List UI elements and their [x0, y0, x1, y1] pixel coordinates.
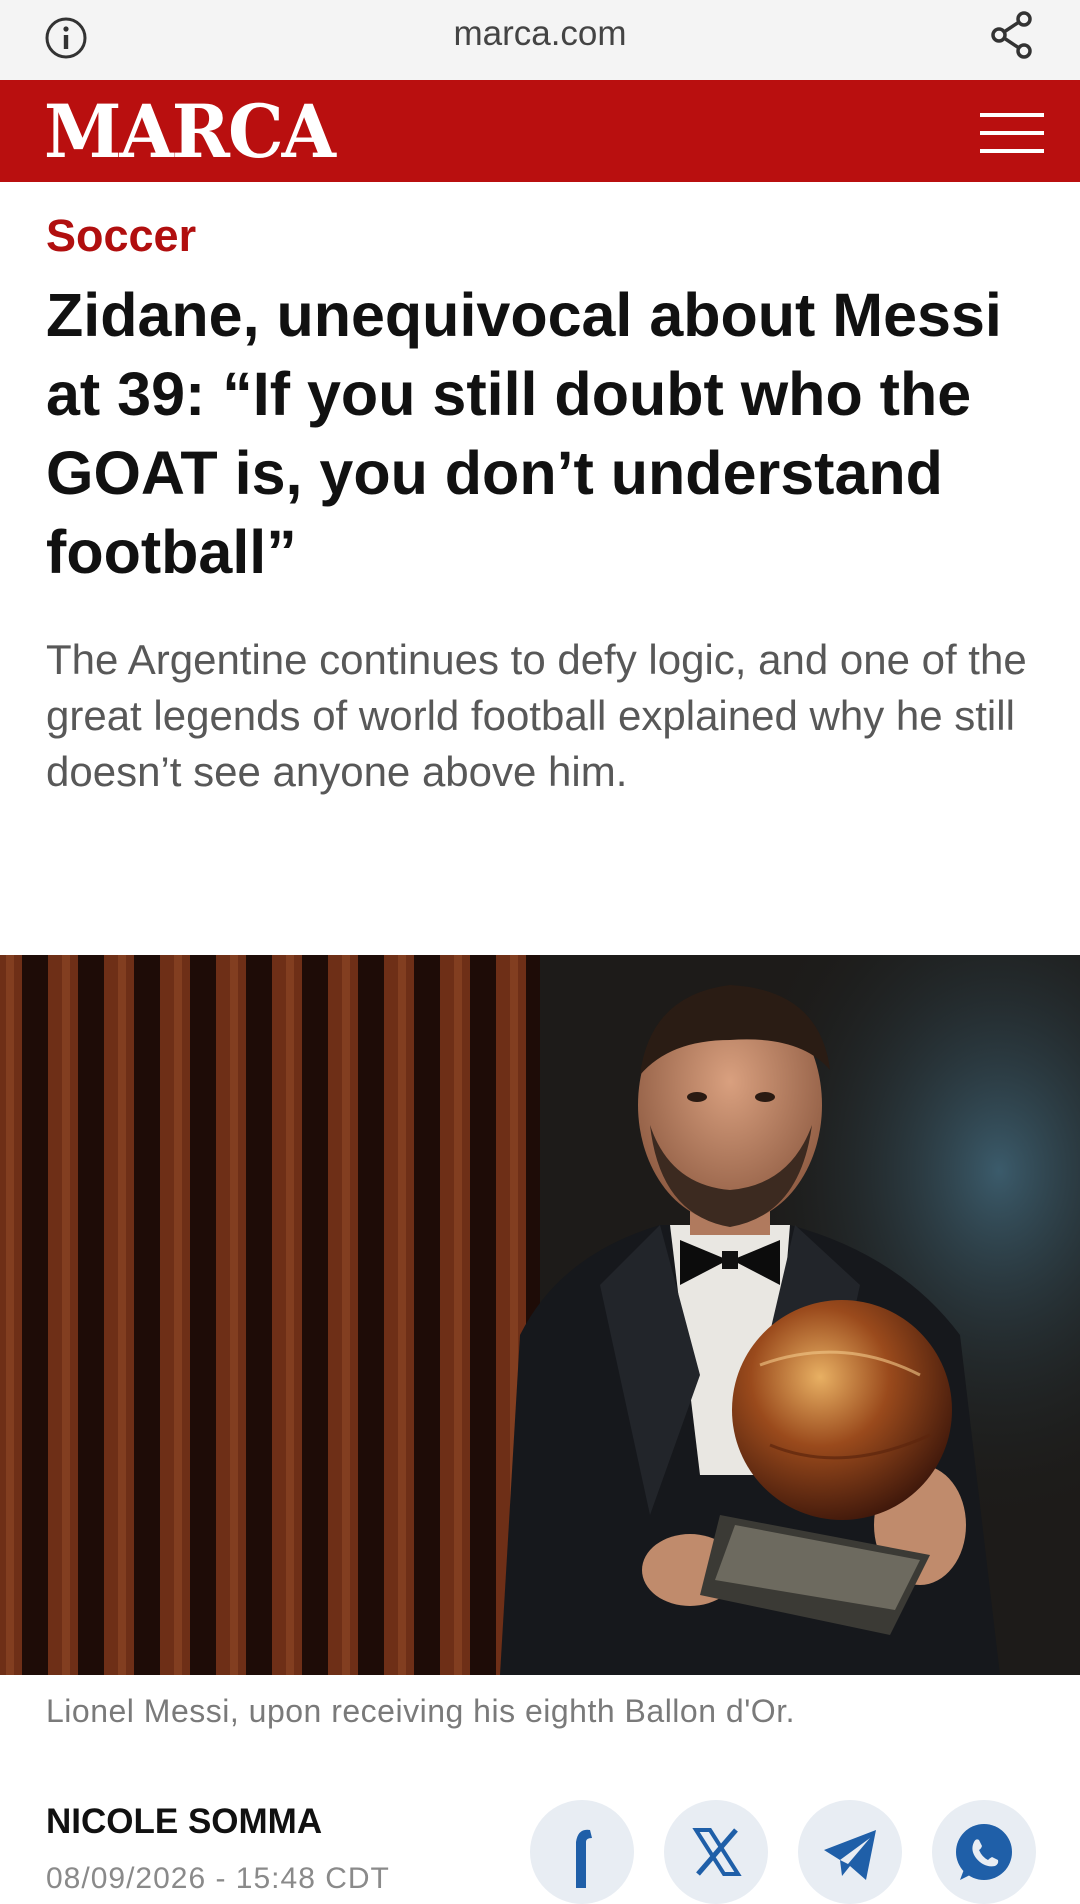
url-text[interactable]: marca.com: [0, 14, 1080, 54]
article-headline: Zidane, unequivocal about Messi at 39: “…: [46, 281, 1002, 586]
author-name[interactable]: NICOLE SOMMA: [46, 1802, 322, 1842]
article-subtitle: The Argentine continues to defy logic, a…: [46, 636, 1027, 795]
whatsapp-icon: [956, 1824, 1012, 1880]
telegram-share-button[interactable]: [798, 1800, 902, 1904]
x-share-button[interactable]: [664, 1800, 768, 1904]
marca-logo[interactable]: MARCA: [44, 88, 336, 175]
telegram-icon: [824, 1830, 876, 1880]
facebook-icon: [576, 1829, 592, 1888]
publish-date: 08/09/2026 - 15:48 CDT: [46, 1862, 390, 1895]
hamburger-menu-icon[interactable]: [980, 113, 1044, 153]
whatsapp-share-button[interactable]: [932, 1800, 1036, 1904]
share-icon[interactable]: [990, 10, 1034, 60]
browser-bar: marca.com: [0, 0, 1080, 80]
section-label[interactable]: Soccer: [46, 210, 196, 262]
x-icon: [692, 1828, 742, 1876]
article-photo: [0, 955, 1080, 1675]
facebook-share-button[interactable]: [530, 1800, 634, 1904]
image-caption: Lionel Messi, upon receiving his eighth …: [46, 1693, 795, 1729]
site-header: MARCA: [0, 80, 1080, 182]
